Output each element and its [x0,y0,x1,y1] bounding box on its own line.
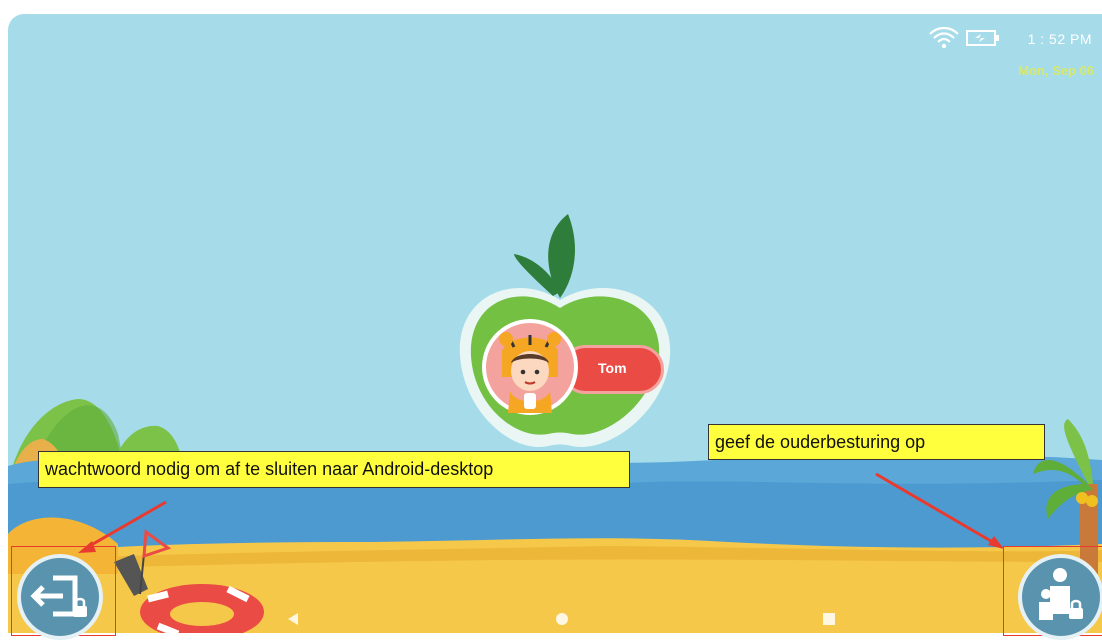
status-date: Mon, Sep 06 [1018,63,1094,78]
wifi-icon [929,26,959,49]
launcher-screen: 1 : 52 PM Mon, Sep 06 Tom [8,14,1102,633]
tiger-costume-child-avatar[interactable] [480,317,580,417]
exit-button[interactable] [17,554,103,640]
status-time: 1 : 52 PM [1027,31,1092,47]
profile-name[interactable]: Tom [598,360,627,376]
home-icon[interactable] [555,612,569,626]
recents-icon[interactable] [823,613,835,625]
parent-control-button[interactable] [1018,554,1102,640]
parent-lock-icon [1039,568,1083,620]
back-icon[interactable] [286,612,300,626]
exit-lock-icon [30,575,87,617]
battery-charging-icon [966,30,999,46]
callout-parental-control: geef de ouderbesturing op [708,424,1045,460]
callout-exit-password: wachtwoord nodig om af te sluiten naar A… [38,451,630,488]
